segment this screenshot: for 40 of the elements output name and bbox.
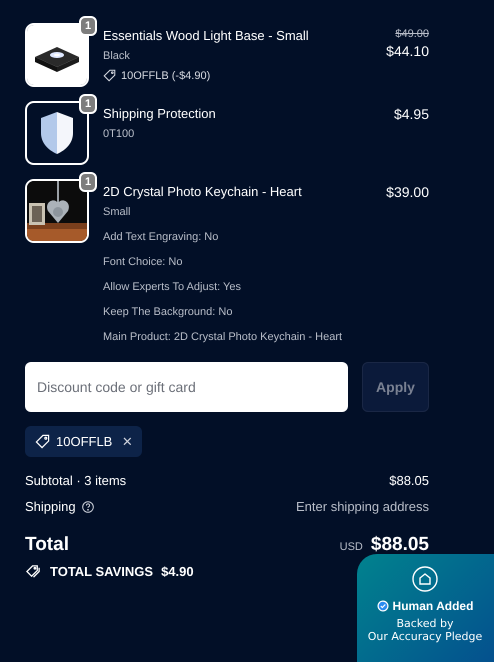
product-property: Allow Experts To Adjust: Yes [103,280,242,294]
product-variant: Black [103,49,131,63]
remove-button[interactable]: × [118,433,132,450]
quantity-badge: 1 [79,94,97,114]
check-icon [376,600,389,612]
tag-icon [103,69,116,82]
tag-icon [35,434,50,449]
product-title: Essentials Wood Light Base - Small [103,28,310,43]
savings-label: TOTAL SAVINGS [50,564,154,579]
quantity-badge: 1 [79,16,97,36]
savings-value: $4.90 [161,564,194,579]
shipping-label: Shipping [25,499,76,514]
total-label: Total [25,534,69,556]
house-icon [412,566,438,592]
product-title: 2D Crystal Photo Keychain - Heart [103,184,303,199]
discount-code: 10OFFLB [56,434,112,449]
product-property: Font Choice: No [103,255,184,269]
product-property: Main Product: 2D Crystal Photo Keychain - Heart [103,330,344,344]
product-variant: 0T100 [103,127,136,141]
badge-title: Human Added [392,599,474,613]
subtotal-label: Subtotal · 3 items [25,473,126,488]
product-property: Add Text Engraving: No [103,230,220,244]
help-icon[interactable] [82,500,94,512]
item-price: $44.10 [386,43,429,59]
product-property: Keep The Background: No [103,305,234,319]
tags-icon [25,564,42,579]
product-title: Shipping Protection [103,106,217,121]
quantity-badge: 1 [79,172,97,192]
item-price: $39.00 [386,184,429,200]
currency-label: USD [340,541,363,553]
subtotal-value: $88.05 [389,473,429,488]
shipping-value: Enter shipping address [296,499,429,514]
badge-subtitle: Our Accuracy Pledge [368,630,482,643]
item-price: $4.95 [394,106,429,122]
badge-subtitle: Backed by [395,617,455,630]
discount-label: 10OFFLB (-$4.90) [121,70,210,82]
total-value: $88.05 [370,534,429,556]
original-price: $49.00 [395,28,429,40]
shield-icon [39,111,75,155]
product-variant: Small [103,205,132,219]
